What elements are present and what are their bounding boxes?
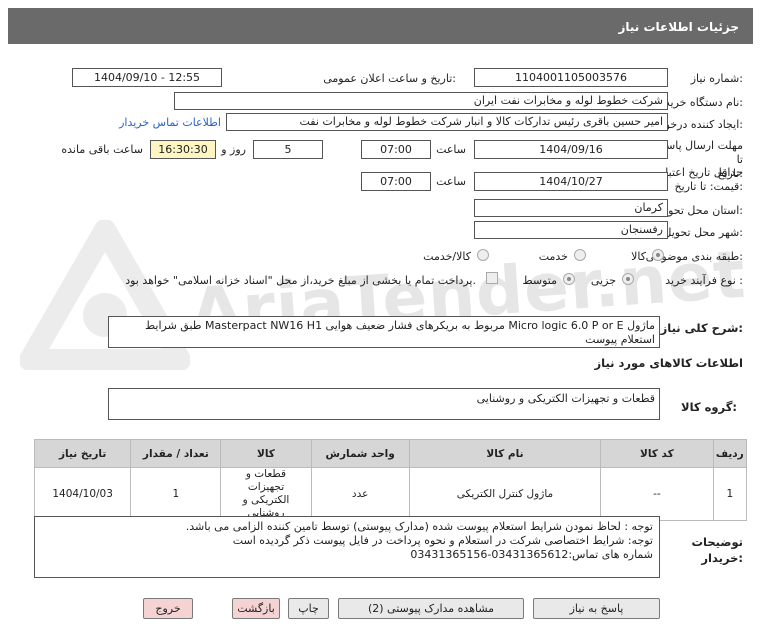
notes-textarea: توجه : لحاظ نمودن شرایط استعلام پیوست شد… — [34, 516, 660, 578]
goods-group-label: گروه کالا: — [681, 400, 737, 414]
cell-goods: قطعات و تجهیزات الکتریکی و روشنایی — [220, 467, 312, 521]
cell-name: ماژول کنترل الکتریکی — [408, 467, 602, 521]
table-row: 1 -- ماژول کنترل الکتریکی عدد قطعات و تج… — [33, 467, 748, 521]
cell-quantity: 1 — [130, 467, 222, 521]
page-header: جزئیات اطلاعات نیاز — [8, 8, 753, 44]
cell-need-date: 1404/10/03 — [33, 467, 132, 521]
buyer-label: نام دستگاه خریدار: — [656, 96, 743, 109]
treasury-payment-checkbox[interactable] — [486, 272, 498, 284]
days-label: روز و — [221, 143, 246, 156]
items-table-header: ردیف کد کالا نام کالا واحد شمارش کالا تع… — [33, 439, 748, 468]
description-label: شرح کلی نیاز: — [660, 321, 743, 335]
announce-field: 1404/09/10 - 12:55 — [72, 68, 222, 87]
col-code: کد کالا — [600, 439, 714, 468]
attachments-button[interactable]: مشاهده مدارک پیوستی (2) — [338, 598, 524, 619]
treasury-payment-note: پرداخت تمام یا بخشی از مبلغ خرید،از محل … — [125, 274, 476, 287]
items-table: ردیف کد کالا نام کالا واحد شمارش کالا تع… — [33, 439, 748, 521]
province-label: استان محل تحویل: — [656, 204, 743, 217]
province-field: کرمان — [474, 199, 668, 217]
col-goods: کالا — [220, 439, 312, 468]
process-radio-minor[interactable] — [622, 273, 634, 285]
validity-time-label: ساعت — [436, 175, 466, 188]
days-field: 5 — [253, 140, 323, 159]
remaining-time-field: 16:30:30 — [150, 140, 216, 159]
notes-line-1: توجه : لحاظ نمودن شرایط استعلام پیوست شد… — [185, 520, 653, 533]
notes-line-2: توجه: شرایط اختصاصی شرکت در استعلام و نح… — [232, 534, 653, 547]
notes-line-3: شماره های تماس:03431365612-03431365156 — [410, 548, 653, 561]
category-radio-goods-service[interactable] — [477, 249, 489, 261]
col-need-date: تاریخ نیاز — [33, 439, 132, 468]
notes-label: توضیحات خریدار: — [691, 535, 744, 565]
city-field: رفسنجان — [474, 221, 668, 239]
process-radio-medium[interactable] — [563, 273, 575, 285]
description-textarea: ماژول Micro logic 6.0 P or E مربوط به بر… — [108, 316, 660, 348]
print-button[interactable]: چاپ — [288, 598, 329, 619]
announce-label: تاریخ و ساعت اعلان عمومی: — [323, 72, 456, 85]
description-line-2: استعلام پیوست — [585, 333, 655, 346]
category-radio-service[interactable] — [574, 249, 586, 261]
buyer-field: شرکت خطوط لوله و مخابرات نفت ایران — [174, 92, 668, 110]
back-button[interactable]: بازگشت — [232, 598, 280, 619]
cell-code: -- — [600, 467, 714, 521]
deadline-time-label: ساعت — [436, 143, 466, 156]
process-option-minor: جزیی — [590, 274, 616, 287]
col-quantity: تعداد / مقدار — [130, 439, 222, 468]
validity-time-field: 07:00 — [361, 172, 431, 191]
validity-date-field: 1404/10/27 — [474, 172, 668, 191]
creator-field: امیر حسین باقری رئیس تدارکات کالا و انبا… — [226, 113, 668, 131]
goods-group-field: قطعات و تجهیزات الکتریکی و روشنایی — [108, 388, 660, 420]
need-number-field: 1104001105003576 — [474, 68, 668, 87]
remaining-label: ساعت باقی مانده — [61, 143, 143, 156]
need-number-label: شماره نیاز: — [690, 72, 743, 85]
goods-section-title: اطلاعات کالاهای مورد نیاز — [594, 356, 743, 370]
category-radio-goods[interactable] — [652, 249, 664, 261]
deadline-time-field: 07:00 — [361, 140, 431, 159]
page-title: جزئیات اطلاعات نیاز — [618, 20, 739, 34]
deadline-date-field: 1404/09/16 — [474, 140, 668, 159]
col-unit: واحد شمارش — [310, 439, 410, 468]
process-label: نوع فرآیند خرید : — [665, 274, 743, 287]
cell-unit: عدد — [310, 467, 410, 521]
exit-button[interactable]: خروج — [143, 598, 193, 619]
buyer-contact-link[interactable]: اطلاعات تماس خریدار — [119, 116, 221, 129]
col-name: نام کالا — [408, 439, 602, 468]
reply-button[interactable]: پاسخ به نیاز — [533, 598, 660, 619]
cell-row: 1 — [712, 467, 748, 521]
category-option-service: خدمت — [538, 250, 568, 263]
col-row: ردیف — [712, 439, 748, 468]
process-option-medium: متوسط — [522, 274, 557, 287]
category-option-goods: کالا — [631, 250, 646, 263]
category-option-goods-service: کالا/خدمت — [423, 250, 471, 263]
description-line-1: ماژول Micro logic 6.0 P or E مربوط به بر… — [144, 319, 655, 332]
city-label: شهر محل تحویل: — [663, 226, 743, 239]
